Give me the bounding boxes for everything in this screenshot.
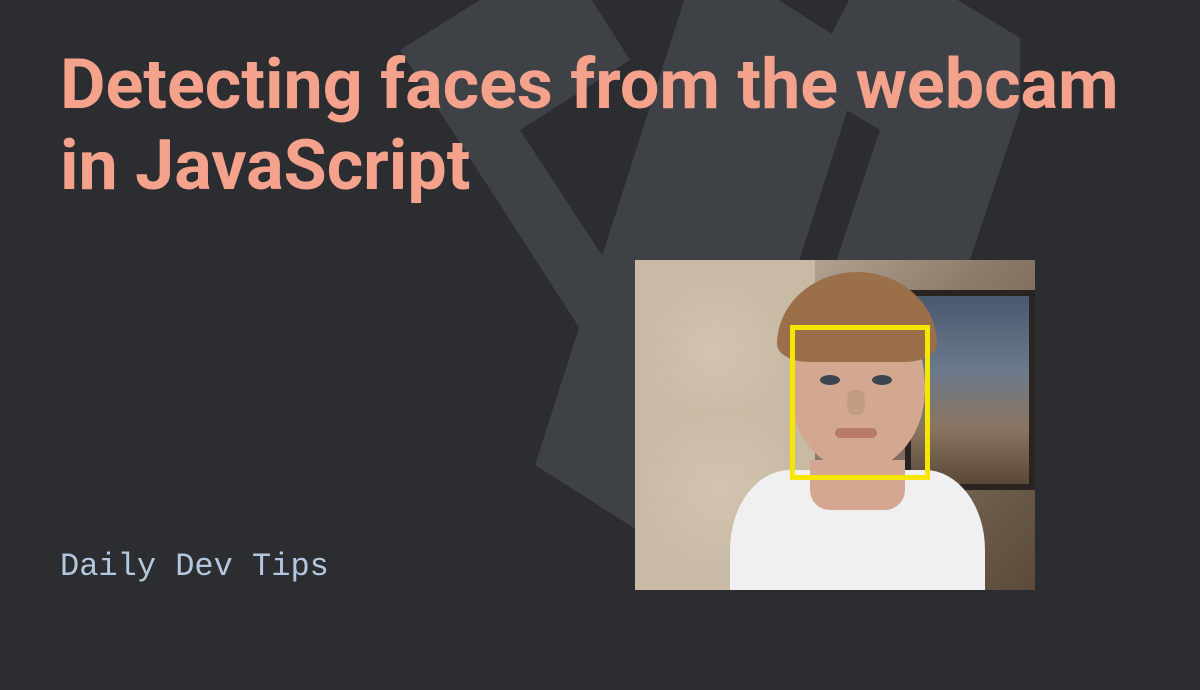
- site-name: Daily Dev Tips: [60, 548, 329, 585]
- face-detection-box: [790, 325, 930, 480]
- article-title: Detecting faces from the webcam in JavaS…: [60, 45, 1140, 206]
- decor-circle: [645, 280, 785, 420]
- webcam-preview: [635, 260, 1035, 590]
